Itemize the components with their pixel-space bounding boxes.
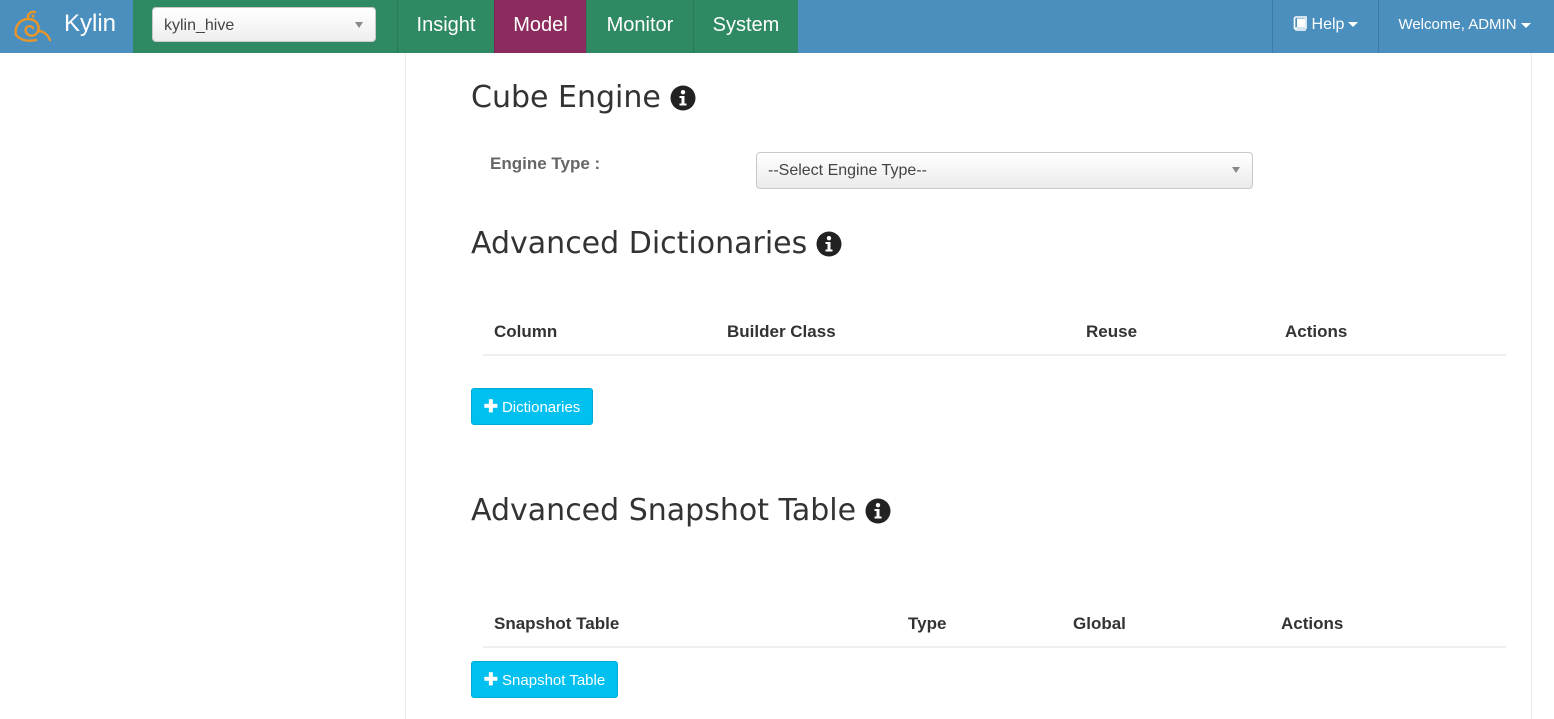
column-header-column: Column — [494, 322, 558, 341]
project-select-value: kylin_hive — [164, 17, 235, 34]
column-header-actions: Actions — [1285, 322, 1348, 341]
table-divider — [483, 354, 1506, 356]
add-dictionaries-button[interactable]: ✚ Dictionaries — [471, 388, 593, 425]
chevron-down-icon — [1348, 22, 1359, 28]
column-header-global: Global — [1073, 614, 1126, 633]
chevron-down-icon — [355, 22, 363, 28]
snapshot-heading: Advanced Snapshot Table — [471, 493, 891, 529]
dictionaries-title: Advanced Dictionaries — [471, 226, 808, 261]
add-snapshot-table-label: Snapshot Table — [502, 672, 606, 689]
user-menu[interactable]: Welcome, ADMIN — [1378, 0, 1550, 53]
column-header-builder-class: Builder Class — [727, 322, 836, 341]
column-header-type: Type — [908, 614, 947, 633]
tab-system-label: System — [712, 14, 780, 36]
chevron-down-icon — [1520, 22, 1531, 28]
project-select[interactable]: kylin_hive — [152, 7, 376, 42]
tab-system[interactable]: System — [693, 0, 798, 53]
engine-type-value: --Select Engine Type-- — [768, 162, 927, 179]
column-header-reuse: Reuse — [1086, 322, 1138, 341]
add-dictionaries-label: Dictionaries — [501, 399, 581, 416]
top-navbar: Kylin kylin_hive Insight Model Monitor S… — [0, 0, 1554, 53]
info-icon[interactable] — [816, 231, 842, 257]
column-header-snapshot-table: Snapshot Table — [494, 614, 620, 633]
table-divider — [483, 646, 1506, 648]
help-label: Help — [1311, 16, 1345, 33]
cube-engine-heading: Cube Engine — [471, 80, 696, 116]
tab-model[interactable]: Model — [494, 0, 586, 53]
tab-model-label: Model — [513, 14, 568, 36]
info-icon[interactable] — [670, 85, 696, 111]
brand-name: Kylin — [64, 10, 117, 37]
tab-monitor[interactable]: Monitor — [586, 0, 693, 53]
dictionaries-heading: Advanced Dictionaries — [471, 226, 842, 262]
snapshot-title: Advanced Snapshot Table — [471, 493, 857, 528]
help-menu[interactable]: Help — [1272, 0, 1378, 53]
kylin-logo-icon — [14, 10, 52, 42]
engine-type-label: Engine Type : — [490, 154, 601, 173]
user-label: Welcome, ADMIN — [1398, 16, 1517, 33]
tab-insight[interactable]: Insight — [397, 0, 494, 53]
column-header-actions: Actions — [1281, 614, 1344, 633]
cube-engine-title: Cube Engine — [471, 80, 661, 115]
brand[interactable]: Kylin — [0, 0, 133, 53]
tab-monitor-label: Monitor — [606, 14, 674, 36]
tab-insight-label: Insight — [416, 14, 476, 36]
info-icon[interactable] — [865, 498, 891, 524]
engine-type-select[interactable]: --Select Engine Type-- — [756, 152, 1253, 189]
plus-icon: ✚ — [483, 397, 498, 416]
chevron-down-icon — [1232, 167, 1240, 173]
add-snapshot-table-button[interactable]: ✚ Snapshot Table — [471, 661, 618, 698]
book-icon — [1293, 16, 1307, 31]
plus-icon: ✚ — [483, 670, 499, 689]
